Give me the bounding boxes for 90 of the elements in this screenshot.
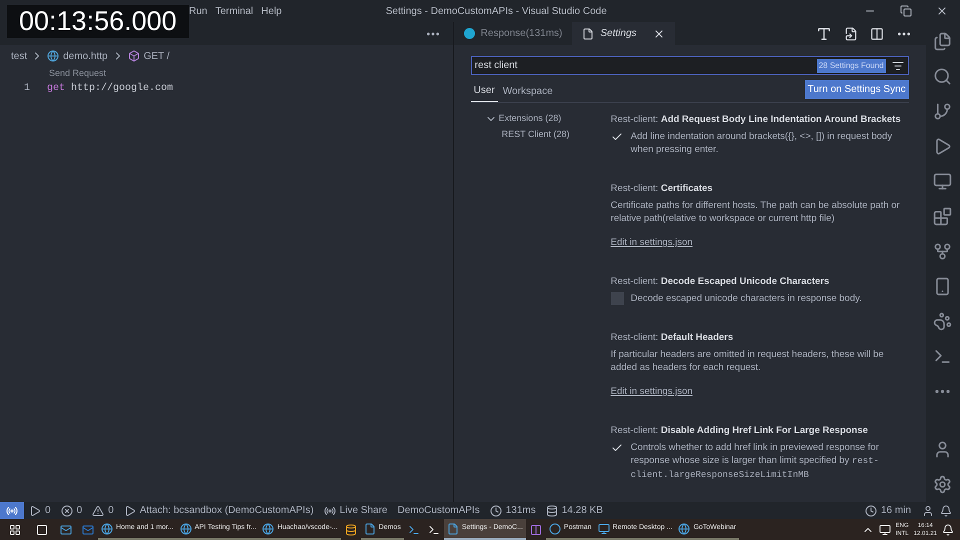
session-time-status[interactable]: 16 min [860,503,916,518]
windows-start-icon[interactable] [9,524,21,536]
toc-item[interactable]: REST Client (28) [484,127,570,143]
app-icon [678,522,690,534]
app-icon [548,522,561,534]
editor-tab[interactable]: Response(131ms) [454,22,572,45]
setting-description: Certificate paths for different hosts. The path can be absolute path or relative path(relative to workspace or current http file) [610,199,901,225]
mail-icon[interactable] [60,524,72,536]
notifications-icon[interactable] [942,524,954,536]
setting-title: Rest-client: Decode Escaped Unicode Characters [610,275,830,288]
remote-icon [6,504,18,516]
setting-description: If particular headers are omitted in request headers, these will be added as headers for each request. [610,348,885,374]
settings-icon[interactable] [933,475,952,494]
scope-tab[interactable]: Workspace [500,80,556,102]
breadcrumb[interactable]: GET / [144,48,170,64]
setting-description: Decode escaped unicode characters in response body. [630,292,862,305]
source-control-icon[interactable] [933,102,952,121]
scope-tab[interactable]: User [470,80,498,102]
app-icon [446,522,459,534]
check-icon [611,442,624,454]
response-time-icon [490,504,502,516]
app-icon [598,522,610,534]
toc-item[interactable]: Extensions (28) [484,111,611,127]
live-share-button[interactable]: Live Share [318,503,392,518]
app-icon [101,522,113,534]
split-editor-icon[interactable] [870,26,884,40]
setting-title: Rest-client: Certificates [610,182,714,195]
menu-item[interactable]: Terminal [211,4,258,18]
app-icon [262,522,274,534]
line-number: 1 [22,82,31,96]
editor-tab[interactable]: Settings [572,22,675,45]
setting-description: Add line indentation around brackets({}, <>, []) in request body when pressing enter. [630,130,894,156]
breadcrumb[interactable]: demo.http [63,48,108,64]
setting-title: Rest-client: Disable Adding Href Link For Large Response [610,424,869,437]
code-line: get http://google.com [47,82,174,96]
check-icon [611,130,624,142]
live-share-icon [324,504,336,516]
remote-button[interactable] [0,502,24,519]
results-count-badge: 28 Settings Found [816,58,886,72]
attach-status[interactable]: Attach: bcsandbox (DemoCustomAPIs) [118,503,319,518]
workspace-status[interactable]: DemoCustomAPIs [392,503,485,518]
clear-filter-icon[interactable] [892,60,904,72]
errors-status[interactable]: 0 [56,503,88,518]
cube-icon [128,50,140,62]
network-icon[interactable] [878,524,891,536]
powershell-icon[interactable] [408,524,420,536]
window-title: Settings - DemoCustomAPIs - Visual Studio Code [386,4,607,18]
close-icon[interactable] [652,28,665,40]
errors-icon [60,504,73,516]
edit-settings-link[interactable]: Edit in settings.json [610,385,693,398]
task-view-icon[interactable] [36,524,48,536]
search-input[interactable]: rest client [474,58,817,73]
setting-description: Controls whether to add href link in previewed response for response whose size is larger than limit specified by rest-client.largeResponseSizeLimitInMB [630,441,880,482]
app-icon [180,522,192,534]
app-icon[interactable] [344,524,357,536]
edit-settings-link[interactable]: Edit in settings.json [610,236,693,249]
search-icon[interactable] [933,67,952,86]
close-icon[interactable] [936,5,948,17]
breadcrumb[interactable]: test [11,48,28,64]
notifications-icon[interactable] [940,504,952,516]
restore-icon[interactable] [900,5,912,17]
session-time-icon [864,504,877,516]
open-file-icon[interactable] [844,26,858,40]
settings-sync-button[interactable]: Turn on Settings Sync [804,80,909,99]
debug-icon [29,504,41,516]
run-icon[interactable] [933,137,952,156]
menu-item[interactable]: Help [257,4,286,18]
codelens-link[interactable]: Send Request [49,67,106,80]
outlook-icon[interactable] [82,524,94,536]
feedback-icon[interactable] [922,504,934,516]
response-time-status[interactable]: 131ms [484,503,541,518]
warnings-status[interactable]: 0 [87,503,119,518]
settings-search-field[interactable]: rest client 28 Settings Found [470,56,909,75]
text-icon[interactable] [816,26,832,42]
setting-title: Rest-client: Default Headers [610,331,734,344]
debug-status[interactable]: 0 [24,503,56,518]
branch-icon[interactable] [933,242,952,261]
setting-checkbox[interactable] [610,292,624,305]
remote-icon[interactable] [933,172,952,191]
explorer-icon[interactable] [933,32,952,51]
paw-icon[interactable] [933,312,952,331]
response-size-status[interactable]: 14.28 KB [540,503,608,518]
timestamp-overlay: 00:13:56.000 [7,5,189,38]
extensions-icon[interactable] [933,207,952,226]
setting-title: Rest-client: Add Request Body Line Indentation Around Brackets [610,113,901,126]
terminal-icon[interactable] [428,524,440,536]
response-size-icon [546,504,558,516]
warnings-icon [92,504,104,516]
app-icon [364,522,376,534]
file-icon [582,28,594,40]
